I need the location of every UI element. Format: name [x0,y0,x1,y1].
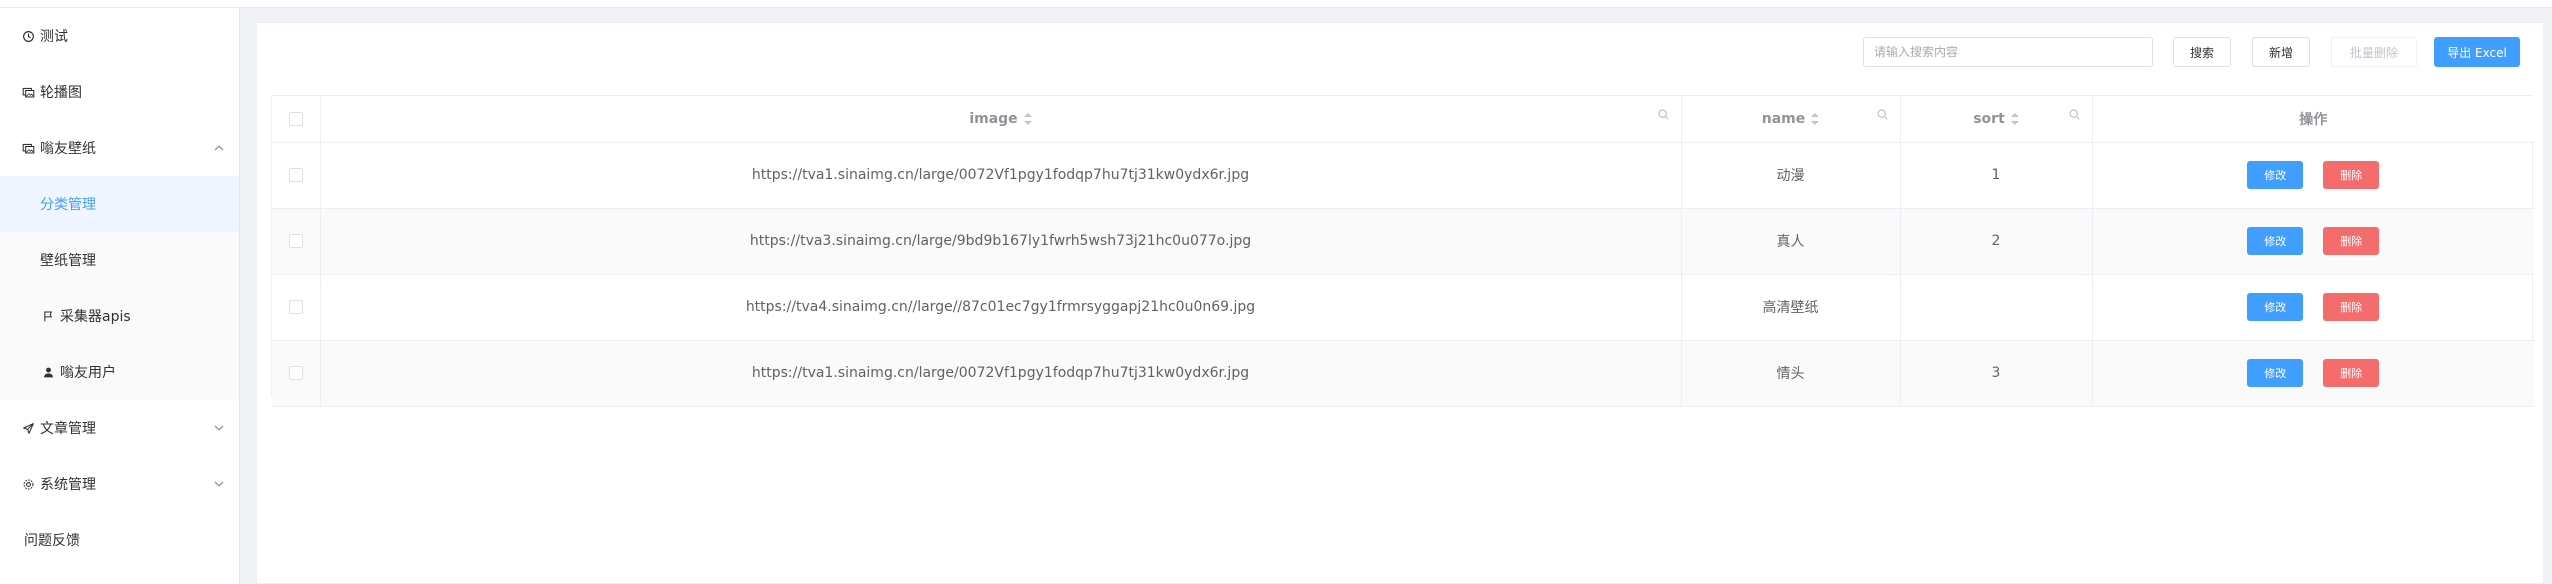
sort-icon[interactable] [2010,112,2019,125]
images-icon [20,140,36,156]
user-icon [40,364,56,380]
delete-button[interactable]: 删除 [2323,161,2380,189]
column-header-label: 操作 [2299,111,2328,128]
sort-cell: 2 [1900,208,2093,275]
sidebar-item-wallpaper[interactable]: 嗡友壁纸 [0,120,239,176]
actions-cell: 修改 删除 [2092,142,2534,209]
sidebar-item-feedback[interactable]: 问题反馈 [0,512,239,568]
sidebar-item-label: 分类管理 [40,197,96,213]
export-excel-button[interactable]: 导出 Excel [2434,37,2520,67]
table-row: https://tva4.sinaimg.cn//large//87c01ec7… [272,274,2534,341]
sidebar-item-label: 嗡友用户 [60,365,116,381]
gear-icon [20,476,36,492]
header-actions: 操作 [2092,96,2534,143]
column-header-label: sort [1973,110,2005,127]
delete-button[interactable]: 删除 [2323,227,2380,255]
select-all-checkbox[interactable] [288,111,303,126]
select-cell [272,208,321,275]
row-checkbox[interactable] [288,234,303,248]
chevron-down-icon [213,422,225,434]
row-checkbox[interactable] [288,168,303,182]
sidebar-item-collector-apis[interactable]: 采集器apis [0,288,239,344]
select-cell [272,274,321,341]
table-row: https://tva1.sinaimg.cn/large/0072Vf1pgy… [272,340,2534,407]
sort-icon[interactable] [1811,112,1820,125]
delete-button[interactable]: 删除 [2323,293,2380,321]
column-header-label: name [1761,110,1806,127]
sidebar-item-label: 壁纸管理 [40,253,96,269]
toolbar: 搜索 新增 批量删除 导出 Excel [257,23,2543,81]
submenu-wallpaper: 分类管理 壁纸管理 采集器apis 嗡友用户 [0,176,239,400]
sort-cell [1900,274,2093,341]
image-cell: https://tva1.sinaimg.cn/large/0072Vf1pgy… [320,142,1682,209]
sidebar-item-articles[interactable]: 文章管理 [0,400,239,456]
sidebar-item-wallpaper-manage[interactable]: 壁纸管理 [0,232,239,288]
flag-icon [40,308,56,324]
sidebar-item-label: 文章管理 [40,421,96,437]
name-cell: 真人 [1681,208,1901,275]
sidebar-item-test[interactable]: 测试 [0,8,239,64]
sort-cell: 3 [1900,340,2093,407]
delete-button[interactable]: 删除 [2323,359,2380,387]
sidebar-item-users[interactable]: 嗡友用户 [0,344,239,400]
search-icon[interactable] [2068,108,2082,122]
name-cell: 动漫 [1681,142,1901,209]
edit-button[interactable]: 修改 [2247,359,2304,387]
sidebar-item-system[interactable]: 系统管理 [0,456,239,512]
main-panel: 搜索 新增 批量删除 导出 Excel image [256,22,2544,584]
search-input[interactable] [1863,37,2153,67]
header-sort: sort [1900,96,2093,143]
send-icon [20,420,36,436]
add-button[interactable]: 新增 [2252,37,2310,67]
name-cell: 高清壁纸 [1681,274,1901,341]
sidebar-item-label: 测试 [40,29,68,45]
actions-cell: 修改 删除 [2092,274,2534,341]
select-cell [272,340,321,407]
edit-button[interactable]: 修改 [2247,161,2304,189]
edit-button[interactable]: 修改 [2247,293,2304,321]
name-cell: 情头 [1681,340,1901,407]
image-cell: https://tva4.sinaimg.cn//large//87c01ec7… [320,274,1682,341]
sidebar-item-category[interactable]: 分类管理 [0,176,239,232]
clock-icon [20,28,36,44]
data-table: image name sort 操作 https://tva1.sinaimg.… [271,95,2534,407]
actions-cell: 修改 删除 [2092,340,2534,407]
row-checkbox[interactable] [288,366,303,380]
sort-cell: 1 [1900,142,2093,209]
chevron-up-icon [213,142,225,154]
table-row: https://tva1.sinaimg.cn/large/0072Vf1pgy… [272,142,2534,209]
top-bar [0,0,2552,8]
header-name: name [1681,96,1901,143]
actions-cell: 修改 删除 [2092,208,2534,275]
images-icon [20,84,36,100]
sidebar-item-label: 嗡友壁纸 [40,141,96,157]
sidebar-item-carousel[interactable]: 轮播图 [0,64,239,120]
sidebar-item-label: 系统管理 [40,477,96,493]
sort-icon[interactable] [1023,112,1032,125]
search-icon[interactable] [1876,108,1890,122]
chevron-down-icon [213,478,225,490]
header-select-cell [272,96,321,143]
search-button[interactable]: 搜索 [2173,37,2231,67]
batch-delete-button[interactable]: 批量删除 [2331,37,2417,67]
sidebar-item-label: 问题反馈 [24,533,80,549]
select-cell [272,142,321,209]
table-header-row: image name sort 操作 [272,96,2534,143]
edit-button[interactable]: 修改 [2247,227,2304,255]
sidebar: 测试 轮播图 嗡友壁纸 分类管理 壁纸管理 采集器apis 嗡友用户 文章管理 … [0,8,240,584]
search-icon[interactable] [1657,108,1671,122]
image-cell: https://tva3.sinaimg.cn/large/9bd9b167ly… [320,208,1682,275]
sidebar-item-label: 采集器apis [60,309,131,325]
header-image: image [320,96,1682,143]
table-row: https://tva3.sinaimg.cn/large/9bd9b167ly… [272,208,2534,275]
sidebar-item-label: 轮播图 [40,85,82,101]
image-cell: https://tva1.sinaimg.cn/large/0072Vf1pgy… [320,340,1682,407]
row-checkbox[interactable] [288,300,303,314]
column-header-label: image [969,110,1018,127]
